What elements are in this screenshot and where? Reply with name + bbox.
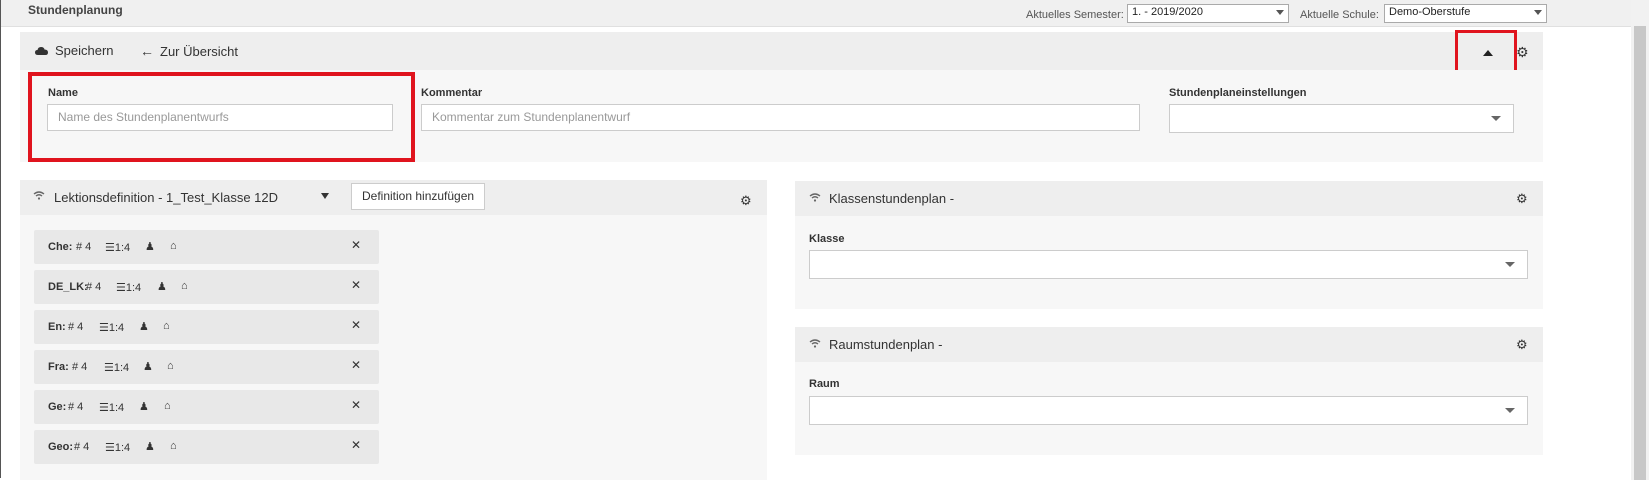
list-icon: ☰ <box>104 362 114 374</box>
home-icon: ⌂ <box>167 360 174 372</box>
wifi-icon <box>809 193 821 205</box>
chevron-down-icon <box>1505 262 1515 267</box>
list-icon: ☰ <box>105 242 115 254</box>
close-icon[interactable]: ✕ <box>351 318 361 332</box>
comment-input[interactable]: Kommentar zum Stundenplanentwurf <box>421 104 1140 131</box>
caret-down-icon[interactable] <box>321 193 329 199</box>
lesson-item[interactable]: Ge: # 4 ☰1:4 ♟ ⌂ ✕ <box>34 390 379 424</box>
chevron-down-icon <box>1276 10 1284 15</box>
home-icon: ⌂ <box>181 280 188 292</box>
chevron-down-icon <box>1505 408 1515 413</box>
room-select[interactable] <box>809 396 1528 425</box>
highlight-box <box>28 72 415 162</box>
wifi-icon <box>33 191 45 203</box>
add-definition-button[interactable]: Definition hinzufügen <box>351 183 486 210</box>
overview-label: Zur Übersicht <box>160 43 239 59</box>
home-icon: ⌂ <box>170 240 177 252</box>
save-button[interactable]: Speichern <box>35 43 114 58</box>
class-timetable-panel: Klassenstundenplan - ⚙ Klasse <box>795 181 1543 309</box>
school-select[interactable]: Demo-Oberstufe <box>1384 4 1547 23</box>
semester-value: 1. - 2019/2020 <box>1132 6 1203 18</box>
panel-header: Raumstundenplan - ⚙ <box>795 327 1543 362</box>
user-icon: ♟ <box>145 441 155 453</box>
caret-up-icon <box>1483 50 1493 56</box>
school-label: Aktuelle Schule: <box>1300 9 1379 21</box>
chevron-down-icon <box>1534 10 1542 15</box>
settings-label: Stundenplaneinstellungen <box>1169 87 1307 99</box>
lesson-item[interactable]: Geo: # 4 ☰1:4 ♟ ⌂ ✕ <box>34 430 379 464</box>
top-bar: Stundenplanung Aktuelles Semester: 1. - … <box>1 0 1631 27</box>
class-label: Klasse <box>809 233 845 245</box>
room-label: Raum <box>809 378 840 390</box>
comment-label: Kommentar <box>421 87 483 99</box>
gear-icon[interactable]: ⚙ <box>740 193 752 209</box>
panel-title: Klassenstundenplan - <box>829 191 955 206</box>
save-label: Speichern <box>55 43 114 58</box>
cloud-icon <box>35 46 48 55</box>
list-ratio: ☰1:4 <box>99 322 125 334</box>
lesson-item[interactable]: Che: # 4 ☰1:4 ♟ ⌂ ✕ <box>34 230 379 264</box>
arrow-left-icon: ← <box>140 43 154 59</box>
user-icon: ♟ <box>139 321 149 333</box>
lesson-item[interactable]: En: # 4 ☰1:4 ♟ ⌂ ✕ <box>34 310 379 344</box>
home-icon: ⌂ <box>170 440 177 452</box>
toolbar: Speichern ← Zur Übersicht <box>20 32 1543 70</box>
lesson-item[interactable]: Fra: # 4 ☰1:4 ♟ ⌂ ✕ <box>34 350 379 384</box>
school-value: Demo-Oberstufe <box>1389 6 1471 18</box>
scrollbar-thumb[interactable] <box>1634 26 1646 480</box>
list-ratio: ☰1:4 <box>105 242 131 254</box>
panel-header: Lektionsdefinition - 1_Test_Klasse 12D D… <box>20 180 767 215</box>
user-icon: ♟ <box>145 241 155 253</box>
close-icon[interactable]: ✕ <box>351 278 361 292</box>
room-timetable-panel: Raumstundenplan - ⚙ Raum <box>795 327 1543 455</box>
close-icon[interactable]: ✕ <box>351 358 361 372</box>
panel-title: Lektionsdefinition - 1_Test_Klasse 12D <box>54 190 279 205</box>
wifi-icon <box>809 339 821 351</box>
gear-icon[interactable]: ⚙ <box>1516 337 1528 353</box>
page-title: Stundenplanung <box>28 3 123 17</box>
list-ratio: ☰1:4 <box>104 362 130 374</box>
back-to-overview-button[interactable]: ← Zur Übersicht <box>140 43 238 59</box>
semester-select[interactable]: 1. - 2019/2020 <box>1127 4 1289 23</box>
lesson-item[interactable]: DE_LK: # 4 ☰1:4 ♟ ⌂ ✕ <box>34 270 379 304</box>
list-icon: ☰ <box>105 442 115 454</box>
semester-label: Aktuelles Semester: <box>1026 9 1124 21</box>
gear-icon[interactable]: ⚙ <box>1516 191 1528 207</box>
list-ratio: ☰1:4 <box>105 442 131 454</box>
home-icon: ⌂ <box>164 400 171 412</box>
chevron-down-icon <box>1491 116 1501 121</box>
list-icon: ☰ <box>99 402 109 414</box>
close-icon[interactable]: ✕ <box>351 438 361 452</box>
settings-select[interactable] <box>1169 104 1514 133</box>
list-ratio: ☰1:4 <box>116 282 142 294</box>
close-icon[interactable]: ✕ <box>351 398 361 412</box>
gear-icon[interactable]: ⚙ <box>1516 44 1529 61</box>
close-icon[interactable]: ✕ <box>351 238 361 252</box>
panel-title: Raumstundenplan - <box>829 337 943 352</box>
lesson-definition-panel: Lektionsdefinition - 1_Test_Klasse 12D D… <box>20 180 767 480</box>
class-select[interactable] <box>809 250 1528 279</box>
user-icon: ♟ <box>143 361 153 373</box>
user-icon: ♟ <box>157 281 167 293</box>
list-icon: ☰ <box>116 282 126 294</box>
list-icon: ☰ <box>99 322 109 334</box>
home-icon: ⌂ <box>163 320 170 332</box>
list-ratio: ☰1:4 <box>99 402 125 414</box>
scrollbar[interactable] <box>1631 0 1649 480</box>
panel-header: Klassenstundenplan - ⚙ <box>795 181 1543 216</box>
user-icon: ♟ <box>139 401 149 413</box>
